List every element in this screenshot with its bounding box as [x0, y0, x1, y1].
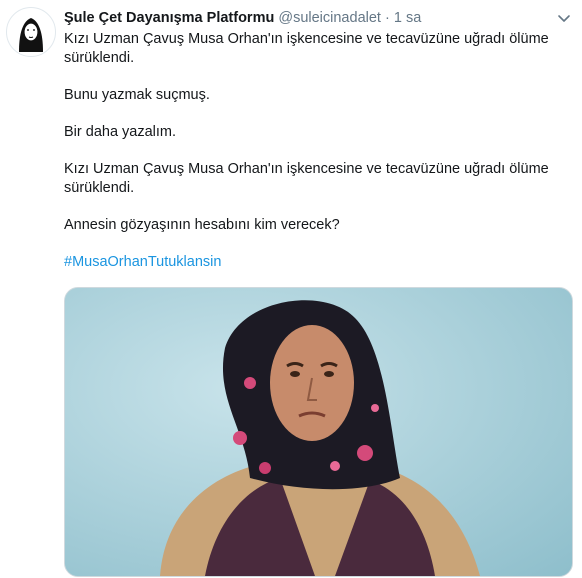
display-name[interactable]: Şule Çet Dayanışma Platformu [64, 10, 274, 26]
avatar-portrait-icon [8, 9, 54, 55]
tweet-header: Şule Çet Dayanışma Platformu @suleicinad… [64, 9, 542, 27]
tweet-paragraph: Bunu yazmak suçmuş. [64, 87, 210, 103]
tweet-paragraph: Kızı Uzman Çavuş Musa Orhan'ın işkencesi… [64, 31, 549, 66]
separator: · [384, 10, 390, 26]
tweet-photo[interactable] [64, 287, 573, 577]
hashtag-link[interactable]: #MusaOrhanTutuklansin [64, 254, 221, 270]
tweet: Şule Çet Dayanışma Platformu @suleicinad… [0, 0, 582, 578]
avatar[interactable] [6, 7, 56, 57]
timestamp[interactable]: 1 sa [394, 10, 421, 26]
chevron-down-icon [558, 15, 570, 22]
woman-in-headscarf-photo [65, 288, 572, 576]
tweet-paragraph: Annesin gözyaşının hesabını kim verecek? [64, 217, 340, 233]
tweet-text: Kızı Uzman Çavuş Musa Orhan'ın işkencesi… [64, 30, 559, 290]
tweet-paragraph: Kızı Uzman Çavuş Musa Orhan'ın işkencesi… [64, 161, 549, 196]
more-options-button[interactable] [554, 8, 574, 28]
hashtag-line: #MusaOrhanTutuklansin [64, 253, 559, 272]
tweet-paragraph: Bir daha yazalım. [64, 124, 177, 140]
user-handle[interactable]: @suleicinadalet [278, 10, 381, 26]
